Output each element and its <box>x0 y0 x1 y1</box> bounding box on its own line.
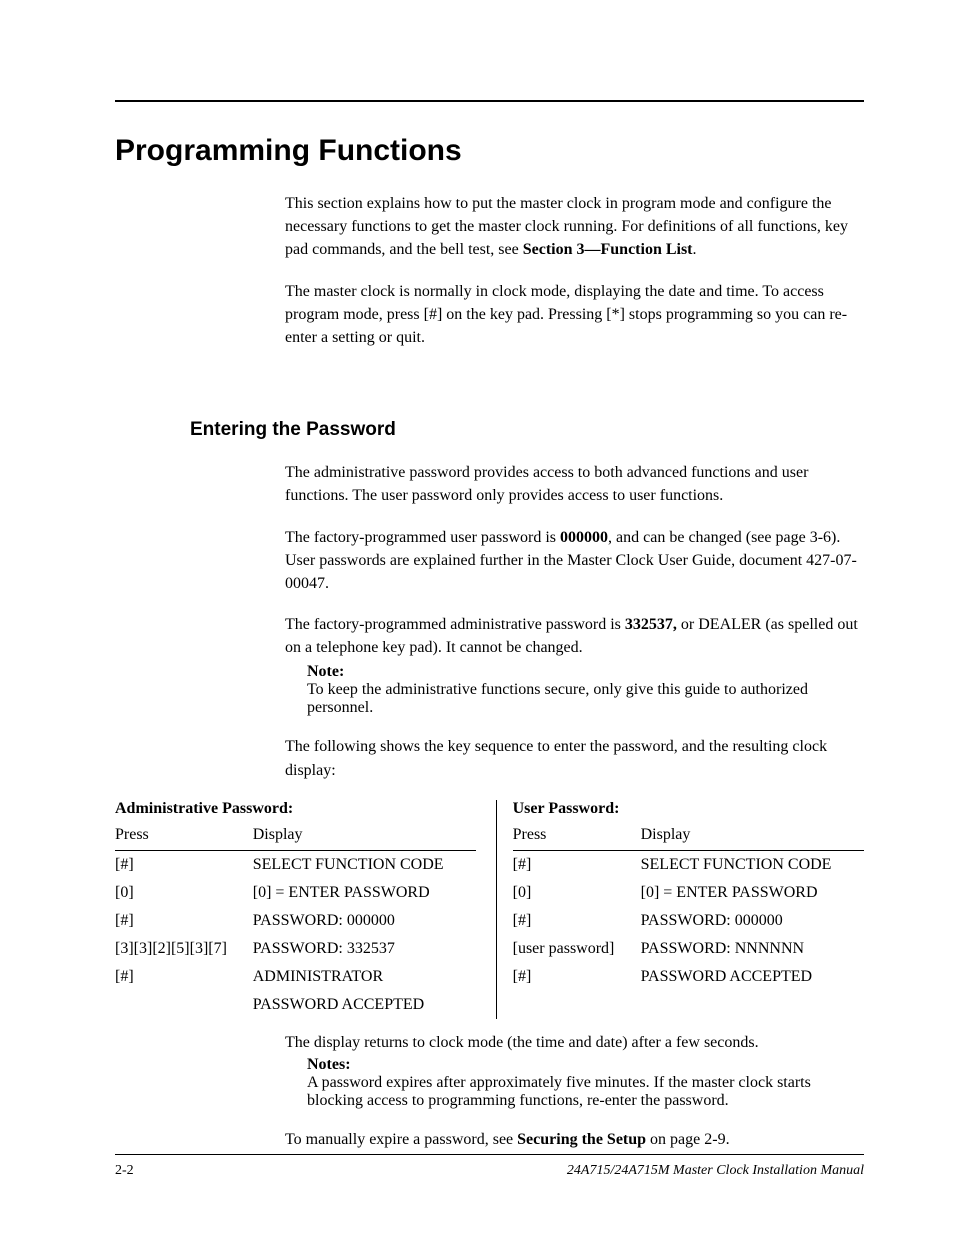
notes-label: Notes: <box>307 1056 864 1074</box>
cell-display: [0] = ENTER PASSWORD <box>641 879 864 907</box>
pw-p3: The factory-programmed administrative pa… <box>285 613 864 659</box>
table-row: [0][0] = ENTER PASSWORD <box>115 879 476 907</box>
cell-press: [0] <box>513 879 641 907</box>
cell-press: [#] <box>115 963 253 991</box>
admin-title: Administrative Password: <box>115 800 476 818</box>
cell-display: [0] = ENTER PASSWORD <box>253 879 476 907</box>
cell-display: SELECT FUNCTION CODE <box>253 850 476 879</box>
th-press: Press <box>115 826 253 851</box>
table-row: [user password]PASSWORD: NNNNNN <box>513 935 864 963</box>
cell-press: [user password] <box>513 935 641 963</box>
note-label: Note: <box>307 663 864 681</box>
after-p1: The display returns to clock mode (the t… <box>285 1031 864 1054</box>
cell-press: [#] <box>513 963 641 991</box>
cell-display: PASSWORD ACCEPTED <box>641 963 864 991</box>
cell-press: [#] <box>115 850 253 879</box>
th-display: Display <box>641 826 864 851</box>
pw-p4: The following shows the key sequence to … <box>285 735 864 781</box>
after-p2: To manually expire a password, see Secur… <box>285 1128 864 1151</box>
cell-display: PASSWORD: 000000 <box>253 907 476 935</box>
after-p2b: on page 2-9. <box>646 1131 730 1148</box>
table-row: [#]PASSWORD: 000000 <box>513 907 864 935</box>
footer-page-number: 2-2 <box>115 1163 134 1179</box>
after-p2-bold: Securing the Setup <box>517 1131 646 1148</box>
page-footer: 2-2 24A715/24A715M Master Clock Installa… <box>115 1154 864 1179</box>
cell-display: ADMINISTRATOR <box>253 963 476 991</box>
main-heading: Programming Functions <box>115 134 864 168</box>
intro-p2: The master clock is normally in clock mo… <box>285 280 864 350</box>
cell-press: [0] <box>115 879 253 907</box>
pw-p3a: The factory-programmed administrative pa… <box>285 616 625 633</box>
user-table: Press Display [#]SELECT FUNCTION CODE[0]… <box>513 826 864 991</box>
admin-table: Press Display [#]SELECT FUNCTION CODE[0]… <box>115 826 476 1019</box>
table-row: [#]ADMINISTRATOR <box>115 963 476 991</box>
note-text: To keep the administrative functions sec… <box>307 681 808 716</box>
cell-press: [#] <box>115 907 253 935</box>
table-row: [#]SELECT FUNCTION CODE <box>513 850 864 879</box>
pw-p2: The factory-programmed user password is … <box>285 526 864 596</box>
after-p2a: To manually expire a password, see <box>285 1131 517 1148</box>
intro-p1b: . <box>693 241 697 258</box>
cell-press: [#] <box>513 850 641 879</box>
th-display: Display <box>253 826 476 851</box>
notes-text: A password expires after approximately f… <box>307 1074 811 1109</box>
pw-p3-bold: 332537, <box>625 616 677 633</box>
table-row: [3][3][2][5][3][7]PASSWORD: 332537 <box>115 935 476 963</box>
table-row: [#]PASSWORD: 000000 <box>115 907 476 935</box>
cell-press: [3][3][2][5][3][7] <box>115 935 253 963</box>
cell-display: PASSWORD ACCEPTED <box>253 991 476 1019</box>
cell-display: SELECT FUNCTION CODE <box>641 850 864 879</box>
cell-press <box>115 991 253 1019</box>
cell-press: [#] <box>513 907 641 935</box>
cell-display: PASSWORD: 000000 <box>641 907 864 935</box>
user-title: User Password: <box>513 800 864 818</box>
footer-manual-title: 24A715/24A715M Master Clock Installation… <box>567 1163 864 1179</box>
pw-p1: The administrative password provides acc… <box>285 461 864 507</box>
table-row: PASSWORD ACCEPTED <box>115 991 476 1019</box>
table-row: [#]SELECT FUNCTION CODE <box>115 850 476 879</box>
cell-display: PASSWORD: 332537 <box>253 935 476 963</box>
cell-display: PASSWORD: NNNNNN <box>641 935 864 963</box>
intro-p1-bold: Section 3—Function List <box>523 241 693 258</box>
entering-password-heading: Entering the Password <box>190 419 864 441</box>
password-tables: Administrative Password: Press Display [… <box>115 800 864 1019</box>
table-row: [0][0] = ENTER PASSWORD <box>513 879 864 907</box>
pw-p2a: The factory-programmed user password is <box>285 529 560 546</box>
th-press: Press <box>513 826 641 851</box>
intro-p1: This section explains how to put the mas… <box>285 192 864 262</box>
pw-p2-bold: 000000 <box>560 529 608 546</box>
table-row: [#]PASSWORD ACCEPTED <box>513 963 864 991</box>
